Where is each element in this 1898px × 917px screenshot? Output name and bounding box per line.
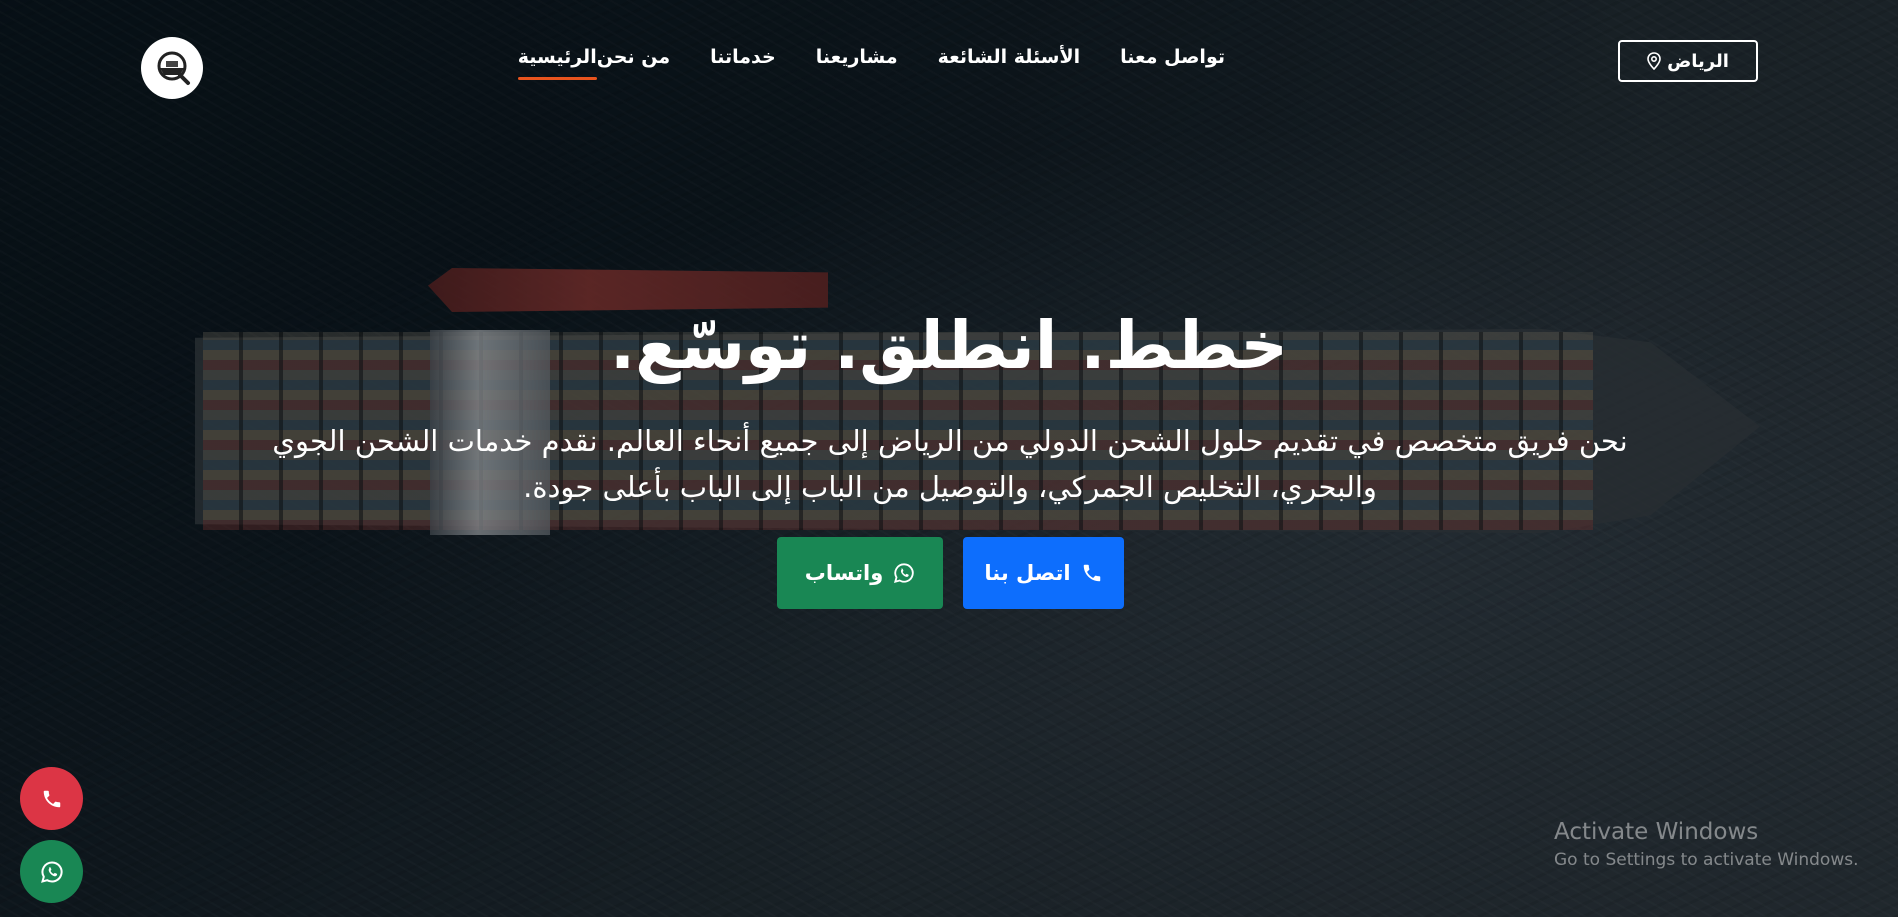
call-us-button[interactable]: اتصل بنا <box>963 537 1124 609</box>
landing-page: الرئيسية من نحن خدماتنا مشاريعنا الأسئلة… <box>0 0 1898 917</box>
location-pin-icon <box>1647 52 1661 70</box>
nav-item-about-label: من نحن <box>596 46 671 68</box>
floating-call-button[interactable] <box>20 767 83 830</box>
whatsapp-button[interactable]: واتساب <box>777 537 943 609</box>
nav-item-about[interactable]: من نحن <box>597 46 670 80</box>
call-us-label: اتصل بنا <box>984 561 1071 585</box>
hero-description-line-2: والبحري، التخليص الجمركي، والتوصيل من ال… <box>523 470 1377 504</box>
whatsapp-icon <box>40 860 63 883</box>
nav-item-projects[interactable]: مشاريعنا <box>816 46 898 80</box>
activate-windows-title: Activate Windows <box>1554 819 1759 845</box>
phone-icon <box>43 790 60 807</box>
phone-icon <box>1083 564 1100 582</box>
activate-windows-watermark: Activate Windows Go to Settings to activ… <box>1554 817 1859 873</box>
whatsapp-icon <box>894 563 914 584</box>
hero-description: نحن فريق متخصص في تقديم حلول الشحن الدول… <box>230 418 1670 510</box>
city-selector-button[interactable]: الرياض <box>1618 40 1758 82</box>
nav-item-faq[interactable]: الأسئلة الشائعة <box>938 46 1081 80</box>
nav-item-home[interactable]: الرئيسية <box>517 46 597 80</box>
nav-item-services[interactable]: خدماتنا <box>710 46 776 80</box>
city-selector-label: الرياض <box>1667 50 1729 72</box>
main-nav: الرئيسية من نحن خدماتنا مشاريعنا الأسئلة… <box>517 46 1265 80</box>
site-logo[interactable] <box>141 37 203 99</box>
hero-description-line-1: نحن فريق متخصص في تقديم حلول الشحن الدول… <box>272 424 1628 458</box>
activate-windows-subtitle: Go to Settings to activate Windows. <box>1554 850 1859 870</box>
hero-title: خطط. انطلق. توسّع. <box>610 307 1288 384</box>
nav-item-contact[interactable]: تواصل معنا <box>1120 46 1225 80</box>
floating-whatsapp-button[interactable] <box>20 840 83 903</box>
ship-logo-icon <box>157 51 190 85</box>
whatsapp-label: واتساب <box>804 561 884 585</box>
